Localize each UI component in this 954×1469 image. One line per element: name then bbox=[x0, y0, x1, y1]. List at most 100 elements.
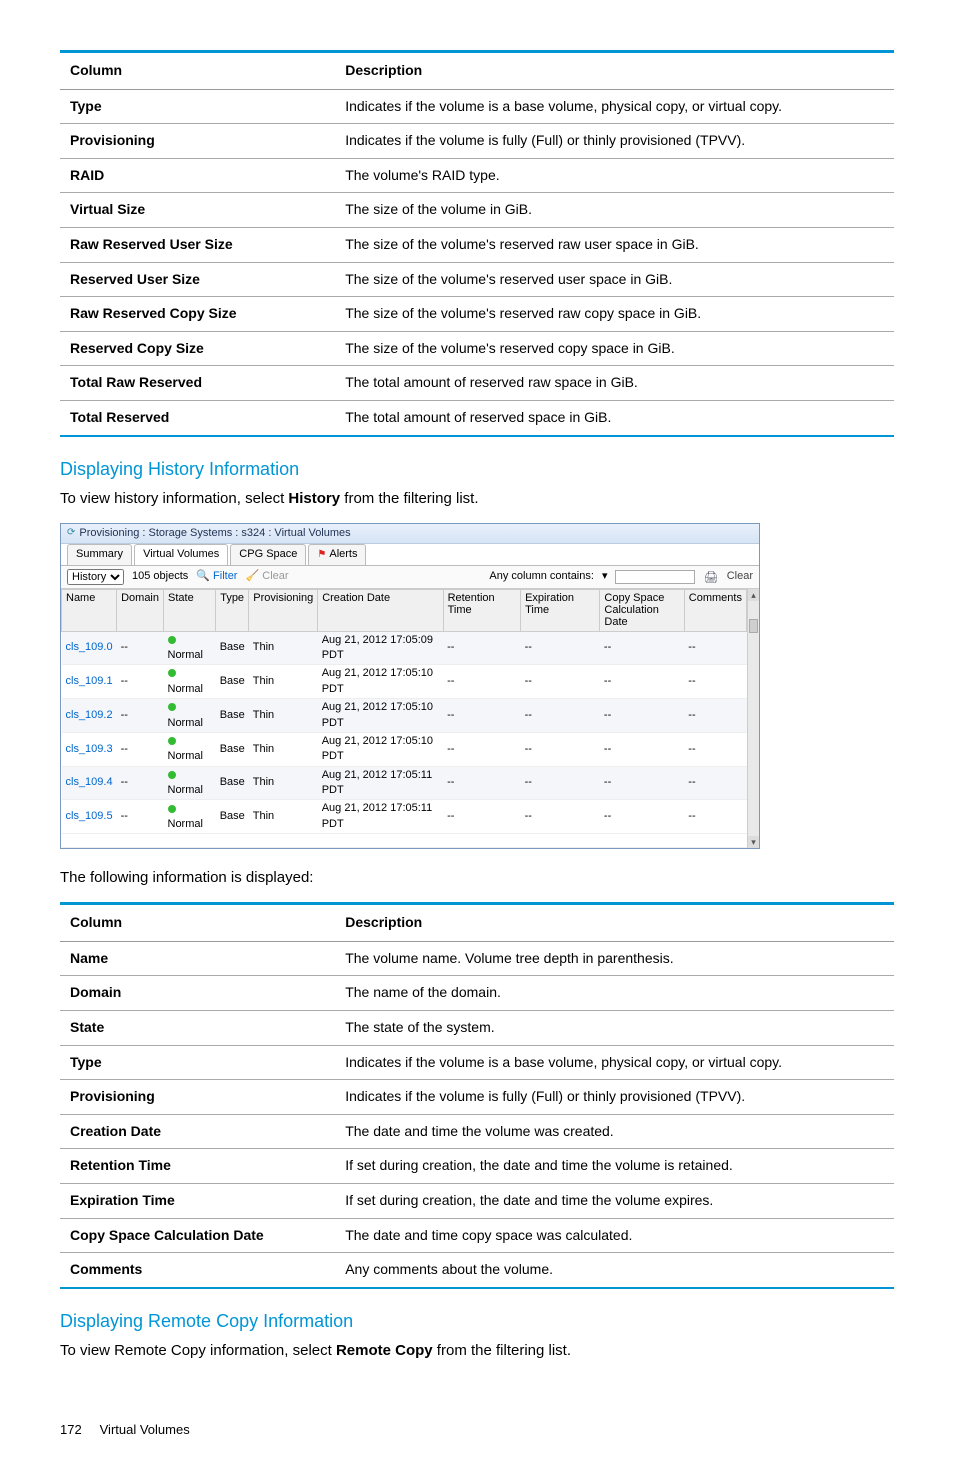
column-desc: The size of the volume's reserved copy s… bbox=[335, 331, 894, 366]
filter-dropdown[interactable]: History bbox=[67, 569, 124, 585]
grid-header[interactable]: Name bbox=[62, 590, 117, 631]
column-name: Reserved User Size bbox=[60, 262, 335, 297]
column-name: State bbox=[60, 1011, 335, 1046]
column-name: Comments bbox=[60, 1253, 335, 1288]
tab-virtual-volumes[interactable]: Virtual Volumes bbox=[134, 544, 228, 564]
grid-row[interactable]: cls_109.2--NormalBaseThinAug 21, 2012 17… bbox=[62, 699, 747, 733]
column-name: Type bbox=[60, 89, 335, 124]
column-desc: The name of the domain. bbox=[335, 976, 894, 1011]
status-dot-icon bbox=[168, 737, 176, 745]
column-name: Reserved Copy Size bbox=[60, 331, 335, 366]
grid-header[interactable]: Creation Date bbox=[318, 590, 443, 631]
grid-header[interactable]: Domain bbox=[117, 590, 164, 631]
status-dot-icon bbox=[168, 771, 176, 779]
column-desc: Indicates if the volume is fully (Full) … bbox=[335, 1080, 894, 1115]
column-desc: The total amount of reserved raw space i… bbox=[335, 366, 894, 401]
alert-flag-icon: ⚑ bbox=[317, 548, 326, 562]
filter-link[interactable]: 🔍 Filter bbox=[196, 569, 237, 584]
column-name: RAID bbox=[60, 158, 335, 193]
refresh-icon[interactable]: ⟳ bbox=[67, 526, 75, 540]
print-icon[interactable]: 🖨 bbox=[703, 569, 718, 586]
volume-name-link[interactable]: cls_109.5 bbox=[66, 810, 113, 822]
column-name: Domain bbox=[60, 976, 335, 1011]
column-name: Name bbox=[60, 941, 335, 976]
column-desc: Indicates if the volume is a base volume… bbox=[335, 1045, 894, 1080]
remote-copy-intro: To view Remote Copy information, select … bbox=[60, 1340, 894, 1361]
column-desc: The date and time copy space was calcula… bbox=[335, 1218, 894, 1253]
column-desc: The total amount of reserved space in Gi… bbox=[335, 400, 894, 435]
history-heading: Displaying History Information bbox=[60, 457, 894, 482]
column-name: Type bbox=[60, 1045, 335, 1080]
column-desc: Indicates if the volume is fully (Full) … bbox=[335, 124, 894, 159]
volume-name-link[interactable]: cls_109.1 bbox=[66, 675, 113, 687]
th-column: Column bbox=[60, 52, 335, 90]
column-name: Retention Time bbox=[60, 1149, 335, 1184]
column-desc: The date and time the volume was created… bbox=[335, 1114, 894, 1149]
grid-row[interactable]: cls_109.1--NormalBaseThinAug 21, 2012 17… bbox=[62, 665, 747, 699]
column-name: Provisioning bbox=[60, 1080, 335, 1115]
volume-name-link[interactable]: cls_109.4 bbox=[66, 776, 113, 788]
grid-header[interactable]: Type bbox=[216, 590, 249, 631]
grid-row[interactable]: cls_109.5--NormalBaseThinAug 21, 2012 17… bbox=[62, 800, 747, 834]
tab-summary[interactable]: Summary bbox=[67, 544, 132, 564]
grid-header[interactable]: Expiration Time bbox=[521, 590, 600, 631]
column-desc: The state of the system. bbox=[335, 1011, 894, 1046]
grid-row[interactable]: cls_109.0--NormalBaseThinAug 21, 2012 17… bbox=[62, 631, 747, 665]
search-input[interactable] bbox=[615, 570, 695, 584]
column-description-table-2: Column Description NameThe volume name. … bbox=[60, 902, 894, 1289]
clear-filter-link[interactable]: 🧹 Clear bbox=[245, 569, 288, 584]
window-title-bar: ⟳ Provisioning : Storage Systems : s324 … bbox=[61, 524, 759, 544]
any-column-dropdown[interactable]: ▾ bbox=[602, 569, 608, 584]
column-desc: If set during creation, the date and tim… bbox=[335, 1184, 894, 1219]
grid-wrapper: NameDomainStateTypeProvisioningCreation … bbox=[61, 589, 759, 848]
history-intro: To view history information, select Hist… bbox=[60, 488, 894, 509]
column-name: Virtual Size bbox=[60, 193, 335, 228]
grid-header[interactable]: State bbox=[164, 590, 216, 631]
column-description-table-1: Column Description TypeIndicates if the … bbox=[60, 50, 894, 437]
scrollbar[interactable]: ▴ ▾ bbox=[747, 589, 759, 848]
column-desc: The volume name. Volume tree depth in pa… bbox=[335, 941, 894, 976]
grid-row[interactable]: cls_109.4--NormalBaseThinAug 21, 2012 17… bbox=[62, 766, 747, 800]
clear-button[interactable]: Clear bbox=[727, 569, 753, 584]
following-info: The following information is displayed: bbox=[60, 867, 894, 888]
status-dot-icon bbox=[168, 805, 176, 813]
column-name: Creation Date bbox=[60, 1114, 335, 1149]
column-desc: Indicates if the volume is a base volume… bbox=[335, 89, 894, 124]
toolbar: History 105 objects 🔍 Filter 🧹 Clear Any… bbox=[61, 566, 759, 590]
column-name: Total Reserved bbox=[60, 400, 335, 435]
grid-header[interactable]: Provisioning bbox=[249, 590, 318, 631]
column-name: Raw Reserved User Size bbox=[60, 227, 335, 262]
column-name: Provisioning bbox=[60, 124, 335, 159]
th-description: Description bbox=[335, 52, 894, 90]
objects-count: 105 objects bbox=[132, 569, 188, 584]
scroll-down-icon[interactable]: ▾ bbox=[748, 836, 759, 848]
footer-section: Virtual Volumes bbox=[100, 1422, 190, 1437]
column-name: Copy Space Calculation Date bbox=[60, 1218, 335, 1253]
status-dot-icon bbox=[168, 703, 176, 711]
grid-header[interactable]: Copy SpaceCalculation Date bbox=[600, 590, 684, 631]
status-dot-icon bbox=[168, 669, 176, 677]
th-column: Column bbox=[60, 904, 335, 942]
tab-alerts[interactable]: ⚑Alerts bbox=[308, 544, 366, 564]
column-name: Raw Reserved Copy Size bbox=[60, 297, 335, 332]
status-dot-icon bbox=[168, 636, 176, 644]
history-screenshot: ⟳ Provisioning : Storage Systems : s324 … bbox=[60, 523, 760, 850]
volume-name-link[interactable]: cls_109.3 bbox=[66, 743, 113, 755]
page-number: 172 bbox=[60, 1421, 96, 1439]
grid-row[interactable]: cls_109.3--NormalBaseThinAug 21, 2012 17… bbox=[62, 732, 747, 766]
column-desc: The size of the volume's reserved raw co… bbox=[335, 297, 894, 332]
column-name: Total Raw Reserved bbox=[60, 366, 335, 401]
history-grid: NameDomainStateTypeProvisioningCreation … bbox=[61, 589, 747, 848]
column-desc: The size of the volume in GiB. bbox=[335, 193, 894, 228]
tab-cpg-space[interactable]: CPG Space bbox=[230, 544, 306, 564]
volume-name-link[interactable]: cls_109.0 bbox=[66, 641, 113, 653]
volume-name-link[interactable]: cls_109.2 bbox=[66, 709, 113, 721]
any-column-label: Any column contains: bbox=[489, 569, 594, 584]
column-desc: The size of the volume's reserved user s… bbox=[335, 262, 894, 297]
grid-header[interactable]: Comments bbox=[684, 590, 746, 631]
tab-bar: Summary Virtual Volumes CPG Space ⚑Alert… bbox=[61, 544, 759, 565]
scroll-thumb[interactable] bbox=[749, 619, 758, 633]
scroll-up-icon[interactable]: ▴ bbox=[748, 589, 759, 601]
grid-header[interactable]: Retention Time bbox=[443, 590, 521, 631]
column-desc: If set during creation, the date and tim… bbox=[335, 1149, 894, 1184]
